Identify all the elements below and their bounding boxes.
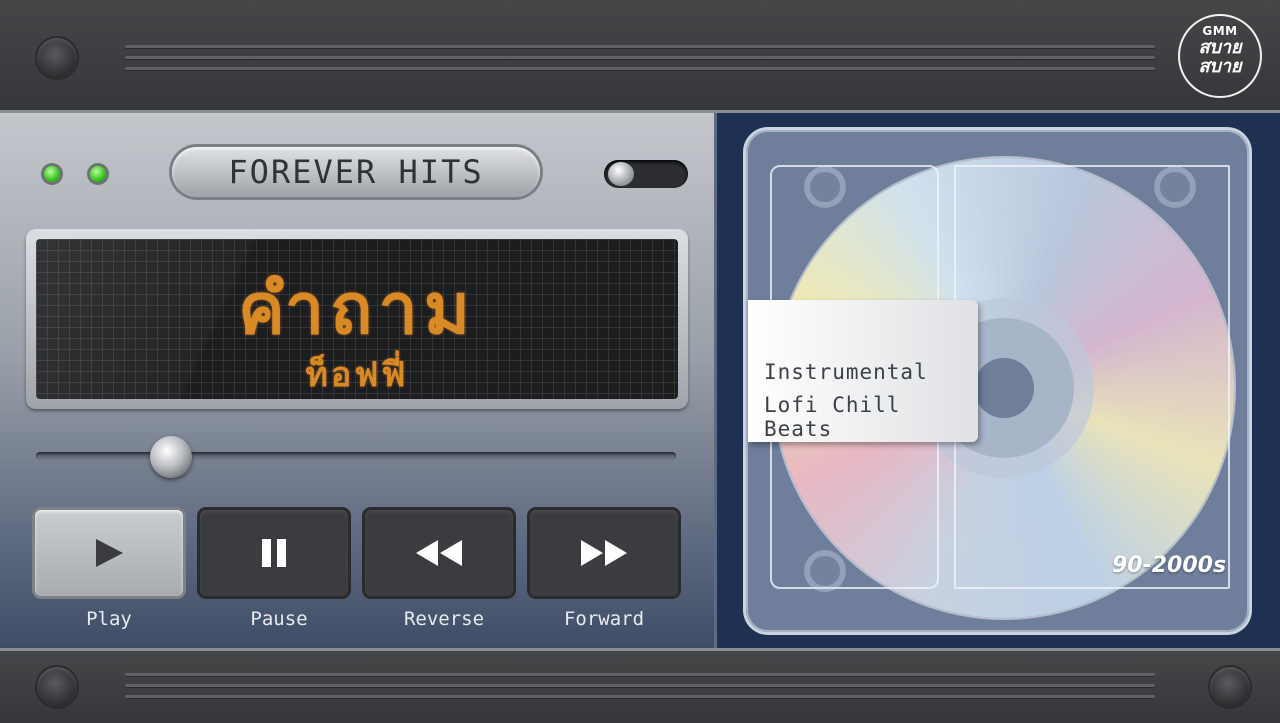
status-led-icon — [44, 166, 60, 182]
album-label-line-1: Instrumental — [764, 360, 928, 384]
screw-icon — [37, 38, 77, 78]
lcd-display-frame: คำถาม ท็อฟฟี่ — [26, 229, 688, 409]
toggle-knob-icon — [608, 162, 634, 186]
screw-icon — [1210, 667, 1250, 707]
speaker-grille — [125, 673, 1155, 706]
status-led-icon — [90, 166, 106, 182]
gmm-logo: GMM สบาย สบาย — [1178, 14, 1262, 98]
album-label-card: Instrumental Lofi Chill Beats — [748, 300, 978, 442]
screw-icon — [37, 667, 77, 707]
case-frame-line — [954, 165, 1230, 589]
speaker-grille — [125, 45, 1155, 78]
top-bezel: GMM สบาย สบาย — [0, 0, 1280, 113]
reverse-label: Reverse — [403, 608, 485, 630]
fast-forward-icon — [581, 540, 627, 566]
power-toggle[interactable] — [604, 160, 688, 188]
lcd-display: คำถาม ท็อฟฟี่ — [36, 239, 678, 399]
progress-slider-track[interactable] — [36, 452, 676, 460]
case-screw-icon — [810, 556, 840, 586]
pause-button[interactable] — [200, 510, 348, 596]
album-label-line-2: Lofi Chill Beats — [764, 393, 901, 441]
play-button[interactable] — [35, 510, 183, 596]
rewind-icon — [416, 540, 462, 566]
play-label: Play — [86, 608, 132, 630]
logo-gmm: GMM — [1202, 24, 1238, 38]
reverse-button[interactable] — [365, 510, 513, 596]
playlist-title-badge: FOREVER HITS — [172, 147, 540, 197]
pause-icon — [262, 539, 286, 567]
bottom-bezel — [0, 648, 1280, 723]
forward-button[interactable] — [530, 510, 678, 596]
song-title: คำถาม — [238, 268, 476, 350]
case-screw-icon — [810, 172, 840, 202]
era-badge: 90-2000s — [1112, 553, 1227, 578]
play-icon — [96, 539, 123, 567]
artist-name: ท็อฟฟี่ — [305, 355, 409, 395]
pause-label: Pause — [250, 608, 308, 630]
progress-slider-handle[interactable] — [149, 436, 192, 478]
playlist-title: FOREVER HITS — [228, 153, 484, 191]
forward-label: Forward — [563, 608, 645, 630]
logo-line-2: สบาย — [1198, 56, 1242, 77]
case-screw-icon — [1160, 172, 1190, 202]
logo-line-1: สบาย — [1198, 37, 1242, 58]
